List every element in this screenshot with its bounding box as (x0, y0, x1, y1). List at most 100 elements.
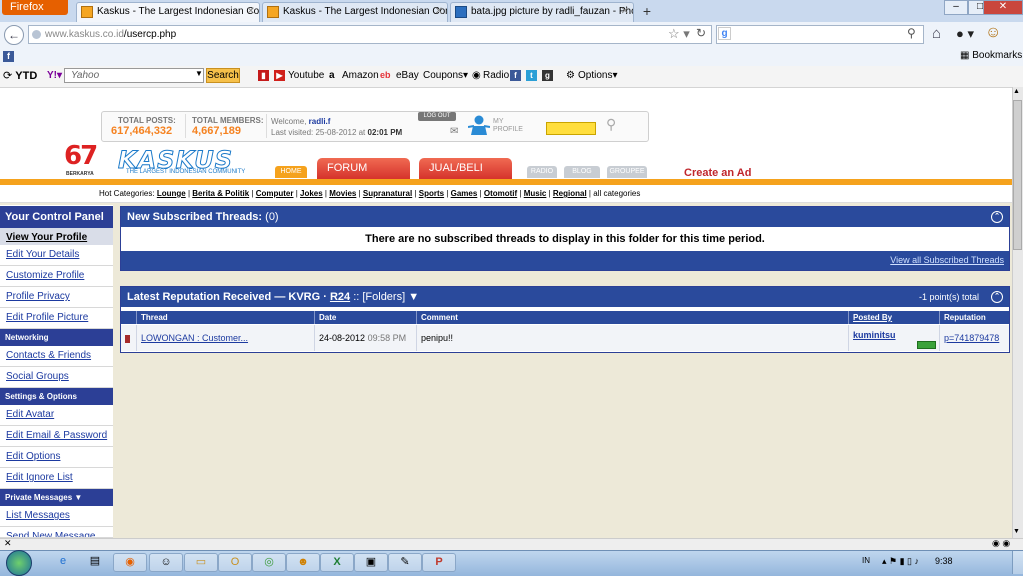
sidebar-item-send-message[interactable]: Send New Message (0, 527, 113, 538)
category-jokes[interactable]: Jokes (300, 189, 323, 198)
toolbar-ebay[interactable]: eBay (396, 70, 419, 81)
header-search-input[interactable] (546, 122, 596, 135)
sidebar-section-private-messages[interactable]: Private Messages ▼ (0, 489, 113, 506)
category-all[interactable]: all categories (593, 189, 640, 198)
my-profile-label-1[interactable]: MY (493, 118, 504, 125)
category-lounge[interactable]: Lounge (157, 189, 186, 198)
chrome-taskbar-icon[interactable]: ◎ (252, 553, 286, 572)
toolbar-radio[interactable]: Radio (483, 70, 509, 81)
collapse-icon[interactable]: ⌃ (991, 211, 1003, 223)
taskbar-clock[interactable]: 9:38 (935, 556, 953, 566)
nav-forum[interactable]: FORUM (317, 158, 410, 180)
folder-taskbar-icon[interactable]: ▭ (184, 553, 218, 572)
firefox-taskbar-icon[interactable]: ◉ (113, 553, 147, 572)
poster-username-link[interactable]: kuminitsu (853, 330, 896, 340)
nav-groupee[interactable]: GROUPEE (607, 166, 647, 178)
minimize-button[interactable]: – (944, 0, 968, 15)
new-tab-button[interactable]: + (636, 2, 658, 22)
nav-home[interactable]: HOME (275, 166, 307, 178)
category-sports[interactable]: Sports (419, 189, 444, 198)
sidebar-item-customize-profile[interactable]: Customize Profile (0, 266, 113, 287)
tray-icons[interactable]: ▴ ⚑ ▮ ▯ ♪ (882, 556, 919, 567)
toolbar-options[interactable]: Options▾ (578, 70, 618, 81)
chevron-down-icon[interactable]: ▼ (195, 69, 203, 78)
folders-dropdown[interactable]: :: [Folders] ▼ (353, 291, 419, 303)
tab-photobucket[interactable]: bata.jpg picture by radli_fauzan - Pho..… (450, 2, 634, 22)
sidebar-item-profile-privacy[interactable]: Profile Privacy (0, 287, 113, 308)
category-games[interactable]: Games (451, 189, 478, 198)
explorer-icon[interactable]: ▤ (78, 553, 112, 572)
envelope-icon[interactable]: ✉ (450, 126, 458, 137)
twitter-icon[interactable]: t (526, 70, 537, 81)
firefox-menu-button[interactable]: Firefox (2, 0, 68, 15)
yahoo-search-input[interactable]: Yahoo (64, 68, 204, 83)
site-identity-icon[interactable] (32, 30, 41, 39)
ytd-button[interactable]: ⟳ YTD (3, 69, 37, 82)
reload-icon[interactable]: ↻ (696, 26, 706, 40)
reputation-link[interactable]: p=741879478 (940, 325, 1009, 351)
close-window-button[interactable]: ✕ (983, 0, 1023, 15)
smiley-addon-icon[interactable]: ☺ (985, 24, 1001, 42)
powerpoint-taskbar-icon[interactable]: P (422, 553, 456, 572)
sidebar-item-edit-email-password[interactable]: Edit Email & Password (0, 426, 113, 447)
column-posted-by[interactable]: Posted By (849, 311, 940, 324)
bookmark-star-icon[interactable]: ☆ ▾ (668, 26, 690, 42)
nav-radio[interactable]: RADIO (527, 166, 557, 178)
thread-link[interactable]: LOWONGAN : Customer... (137, 325, 315, 351)
language-indicator[interactable]: IN (862, 556, 870, 565)
home-icon[interactable]: ⌂ (932, 25, 941, 42)
toolbar-youtube[interactable]: Youtube (288, 70, 324, 81)
view-all-subscribed-link[interactable]: View all Subscribed Threads (890, 255, 1004, 265)
category-supranatural[interactable]: Supranatural (363, 189, 412, 198)
logout-button[interactable]: LOG OUT (418, 112, 456, 121)
my-profile-label-2[interactable]: PROFILE (493, 126, 523, 133)
username-link[interactable]: radli.f (309, 117, 331, 126)
close-tab-icon[interactable]: ✕ (435, 3, 443, 21)
collapse-icon[interactable]: ⌃ (991, 291, 1003, 303)
profile-avatar-icon[interactable] (468, 114, 490, 136)
search-icon[interactable]: ⚲ (907, 26, 916, 40)
yahoo-search-button[interactable]: Search (206, 68, 240, 83)
paint-taskbar-icon[interactable]: ✎ (388, 553, 422, 572)
show-desktop-button[interactable] (1012, 551, 1023, 574)
reputation-title-link[interactable]: R24 (330, 291, 350, 303)
nav-jualbeli[interactable]: JUAL/BELI (419, 158, 512, 180)
sidebar-item-social-groups[interactable]: Social Groups (0, 367, 113, 388)
facebook-bookmark-icon[interactable]: f (3, 51, 14, 62)
google-plus-icon[interactable]: g (542, 70, 553, 81)
sidebar-item-edit-details[interactable]: Edit Your Details (0, 245, 113, 266)
category-movies[interactable]: Movies (329, 189, 356, 198)
office-taskbar-icon[interactable]: O (218, 553, 252, 572)
sidebar-item-list-messages[interactable]: List Messages (0, 506, 113, 527)
search-icon[interactable]: ⚲ (606, 116, 616, 133)
back-button[interactable]: ← (4, 25, 24, 45)
toolbar-amazon[interactable]: Amazon (342, 70, 379, 81)
sidebar-item-edit-profile-picture[interactable]: Edit Profile Picture (0, 308, 113, 329)
category-computer[interactable]: Computer (256, 189, 294, 198)
nav-blog[interactable]: BLOG (564, 166, 600, 178)
start-button[interactable] (6, 550, 32, 576)
addon-bar-icons[interactable]: ◉ ◉ (992, 538, 1010, 549)
search-input[interactable] (716, 25, 924, 44)
category-berita-politik[interactable]: Berita & Politik (192, 189, 249, 198)
window-taskbar-icon[interactable]: ▣ (354, 553, 388, 572)
messenger-taskbar-icon[interactable]: ☺ (149, 553, 183, 572)
close-addon-bar-icon[interactable]: ✕ (4, 538, 12, 549)
tab-kaskus-1[interactable]: Kaskus - The Largest Indonesian Com... ✕ (76, 2, 260, 22)
scrollbar-thumb[interactable] (1013, 100, 1022, 250)
category-regional[interactable]: Regional (553, 189, 587, 198)
addon-menu-icon[interactable]: ● ▾ (956, 26, 974, 42)
url-bar[interactable]: www.kaskus.co.id/usercp.php (28, 25, 712, 44)
toolbar-coupons[interactable]: Coupons▾ (423, 70, 468, 81)
sidebar-item-edit-ignore-list[interactable]: Edit Ignore List (0, 468, 113, 489)
bookmarks-menu-button[interactable]: ▦ Bookmarks (960, 50, 1022, 61)
sidebar-item-edit-options[interactable]: Edit Options (0, 447, 113, 468)
close-tab-icon[interactable]: ✕ (621, 3, 629, 21)
category-otomotif[interactable]: Otomotif (484, 189, 517, 198)
sidebar-item-contacts[interactable]: Contacts & Friends (0, 346, 113, 367)
scroll-down-arrow-icon[interactable]: ▼ (1013, 528, 1020, 535)
category-music[interactable]: Music (524, 189, 547, 198)
close-tab-icon[interactable]: ✕ (247, 3, 255, 21)
smiley-taskbar-icon[interactable]: ☻ (286, 553, 320, 572)
scroll-up-arrow-icon[interactable]: ▲ (1013, 88, 1020, 95)
